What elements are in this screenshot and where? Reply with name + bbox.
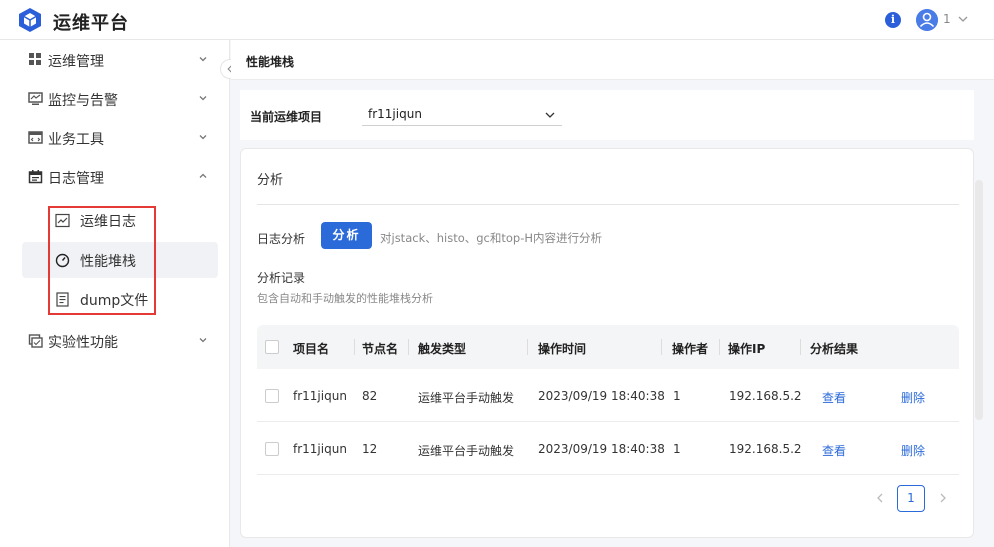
sidebar-item-ops-management[interactable]: 运维管理 [0,40,230,79]
pagination-page[interactable]: 1 [897,485,925,512]
row-checkbox[interactable] [265,389,279,403]
row-checkbox[interactable] [265,442,279,456]
app-title: 运维平台 [53,13,129,34]
column-divider [800,339,801,355]
sidebar-item-label: 日志管理 [48,171,104,187]
page-title: 性能堆栈 [246,55,295,69]
sidebar: 运维管理 监控与告警 业务工具 日志管理 运维日志 性能堆栈 dump文件 实验… [0,40,230,547]
user-name[interactable]: 1 [943,12,951,26]
cell-operator: 1 [673,442,681,456]
info-icon[interactable]: i [885,12,901,28]
monitor-icon [28,92,43,105]
chevron-down-icon [199,96,207,101]
table-row: fr11jiqun 82 运维平台手动触发 2023/09/19 18:40:3… [257,369,959,422]
project-select-value: fr11jiqun [368,107,422,121]
cell-trigger: 运维平台手动触发 [418,391,515,405]
analysis-card: 分析 日志分析 分析 对jstack、histo、gc和top-H内容进行分析 … [240,148,974,538]
analyze-button[interactable]: 分析 [321,222,372,249]
cell-project: fr11jiqun [293,389,347,403]
top-bar: 运维平台 i 1 [0,0,994,40]
highlight-annotation-box [48,206,156,315]
chevron-down-icon [199,338,207,343]
cell-time: 2023/09/19 18:40:38 [538,442,665,456]
column-divider [354,339,355,355]
cell-ip: 192.168.5.2 [729,389,802,403]
cell-project: fr11jiqun [293,442,347,456]
sidebar-item-label: 业务工具 [48,132,104,148]
project-select[interactable]: fr11jiqun [362,104,562,126]
column-header: 操作IP [728,342,766,356]
chevron-up-icon [199,173,207,178]
page-header: 性能堆栈 [231,40,994,80]
select-all-checkbox[interactable] [265,340,279,354]
sidebar-item-label: 监控与告警 [48,93,118,109]
column-divider [661,339,662,355]
sidebar-item-log-management[interactable]: 日志管理 [0,157,230,196]
records-title: 分析记录 [257,271,306,285]
project-label: 当前运维项目 [250,110,323,124]
cell-node: 82 [362,389,378,403]
column-header: 节点名 [362,342,399,356]
sidebar-item-monitoring[interactable]: 监控与告警 [0,79,230,118]
chevron-down-icon [199,135,207,140]
project-selector-card: 当前运维项目 fr11jiqun [240,90,974,140]
column-divider [527,339,528,355]
delete-link[interactable]: 删除 [901,442,925,459]
column-header: 项目名 [293,342,330,356]
pagination-prev-icon[interactable] [875,492,885,504]
log-analysis-label: 日志分析 [257,232,306,246]
grid-icon [29,53,41,65]
calendar-icon [28,170,43,184]
sidebar-item-label: 实验性功能 [48,335,118,351]
column-header: 分析结果 [810,342,859,356]
view-link[interactable]: 查看 [822,442,846,459]
chevron-down-icon [545,112,555,118]
column-header: 操作时间 [538,342,587,356]
cell-trigger: 运维平台手动触发 [418,444,515,458]
code-window-icon [28,131,43,144]
table-row: fr11jiqun 12 运维平台手动触发 2023/09/19 18:40:3… [257,422,959,475]
chevron-down-icon [199,57,207,62]
chevron-down-icon[interactable] [957,13,969,25]
sidebar-item-label: 运维管理 [48,54,104,70]
lab-icon [28,334,43,348]
column-divider [408,339,409,355]
column-divider [719,339,720,355]
column-header: 操作者 [672,342,709,356]
user-avatar-icon[interactable] [916,9,938,31]
section-title: 分析 [257,173,284,188]
pagination-next-icon[interactable] [938,492,948,504]
vertical-scrollbar[interactable] [975,180,983,420]
view-link[interactable]: 查看 [822,389,846,406]
table-header: 项目名 节点名 触发类型 操作时间 操作者 操作IP 分析结果 [257,325,959,369]
cell-ip: 192.168.5.2 [729,442,802,456]
cell-node: 12 [362,442,378,456]
records-subtitle: 包含自动和手动触发的性能堆栈分析 [257,292,433,305]
sidebar-item-experimental[interactable]: 实验性功能 [0,321,230,360]
column-header: 触发类型 [418,342,467,356]
divider [257,204,959,205]
cell-time: 2023/09/19 18:40:38 [538,389,665,403]
sidebar-item-business-tools[interactable]: 业务工具 [0,118,230,157]
cube-logo-icon [19,8,41,32]
cell-operator: 1 [673,389,681,403]
delete-link[interactable]: 删除 [901,389,925,406]
analysis-description: 对jstack、histo、gc和top-H内容进行分析 [380,231,603,245]
